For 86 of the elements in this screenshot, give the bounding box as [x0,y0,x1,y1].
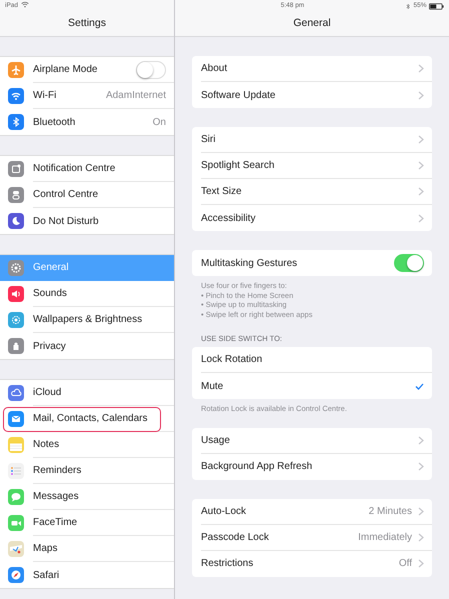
settings-row[interactable]: Background App Refresh [201,454,432,480]
sidebar-item[interactable]: FaceTime [0,510,174,536]
chevron-icon [418,187,424,196]
row-label: Restrictions [201,557,254,572]
sidebar-item[interactable]: Airplane Mode [0,57,174,83]
item-label: Control Centre [33,188,98,202]
row-value: Off [398,557,412,572]
chevron-icon [418,462,424,472]
settings-row[interactable]: Lock Rotation [201,347,432,374]
row-label: Auto-Lock [201,504,246,519]
chevron-icon [418,64,424,73]
sidebar-item[interactable]: Control Centre [0,182,174,208]
item-value: AdamInternet [106,89,166,103]
chevron-icon [418,214,424,222]
item-label: Wi-Fi [33,89,56,103]
sidebar-item[interactable]: Notification Centre [0,156,174,182]
sidebar-item[interactable]: Sounds [0,281,174,307]
bluetooth-icon [404,2,411,10]
item-label: Notification Centre [33,162,116,176]
row-label: Siri [201,133,216,147]
sidebar-item[interactable]: Messages [0,484,174,510]
row-label: Passcode Lock [201,530,269,545]
item-label: Bluetooth [33,116,76,130]
item-label: General [33,261,69,275]
item-label: Notes [33,438,60,452]
toggle-switch[interactable] [136,60,166,78]
row-label: Accessibility [201,212,256,226]
battery-icon [428,2,444,10]
row-label: Mute [201,380,224,394]
settings-row[interactable]: Mute [201,373,432,400]
settings-row[interactable]: Restrictions Off [201,550,432,577]
settings-row[interactable]: Passcode Lock Immediately [201,524,432,551]
sidebar-item[interactable]: Bluetooth On [0,109,174,135]
item-label: Sounds [33,287,67,301]
page-title: General [293,16,331,32]
row-label: Background App Refresh [201,460,312,474]
item-label: Reminders [33,464,82,478]
row-label: Spotlight Search [201,159,274,173]
item-label: Messages [33,490,79,504]
settings-row[interactable]: Auto-Lock 2 Minutes [201,498,432,525]
chevron-icon [418,90,424,100]
sidebar-item[interactable]: Do Not Disturb [0,208,174,234]
sidebar-item[interactable]: Privacy [0,333,174,359]
item-label: iCloud [33,386,62,400]
row-label: Text Size [201,185,242,199]
row-value: Immediately [358,530,412,545]
item-label: Airplane Mode [33,63,98,77]
settings-row[interactable]: Software Update [201,82,432,108]
chevron-icon [418,559,424,568]
item-label: Do Not Disturb [33,214,99,228]
chevron-icon [418,436,424,445]
row-label: Software Update [201,88,276,102]
settings-row[interactable]: Text Size [201,179,432,205]
row-value: 2 Minutes [368,504,412,519]
sidebar-item[interactable]: Wallpapers & Brightness [0,307,174,333]
item-value: On [152,116,166,130]
sidebar-item[interactable]: Maps [0,536,174,562]
settings-row[interactable]: Multitasking Gestures [201,250,432,276]
chevron-icon [418,135,424,144]
wifi-signal-icon [21,1,30,10]
settings-row[interactable]: Spotlight Search [201,153,432,179]
sidebar-item[interactable]: Wi-Fi AdamInternet [0,83,174,109]
sidebar-item[interactable]: Notes [0,432,174,458]
item-label: Mail, Contacts, Calendars [33,412,148,426]
chevron-icon [418,161,424,170]
settings-row[interactable]: Usage [201,428,432,454]
chevron-icon [418,532,424,542]
item-label: FaceTime [33,516,78,530]
item-label: Safari [33,568,60,582]
item-label: Wallpapers & Brightness [33,313,142,327]
sidebar-item[interactable]: Mail, Contacts, Calendars [0,406,174,432]
sidebar-item[interactable]: Safari [0,562,174,588]
row-label: Usage [201,434,230,448]
sidebar-title: Settings [68,16,106,32]
item-label: Maps [33,542,58,556]
settings-row[interactable]: About [201,56,432,82]
chevron-icon [418,506,424,516]
settings-row[interactable]: Siri [201,127,432,153]
toggle-switch[interactable] [394,254,424,272]
item-label: Privacy [33,340,66,354]
row-label: Lock Rotation [201,353,262,368]
row-label: Multitasking Gestures [201,256,298,270]
row-label: About [201,62,228,76]
settings-row[interactable]: Accessibility [201,205,432,231]
sidebar-item[interactable]: iCloud [0,380,174,406]
sidebar-item[interactable]: Reminders [0,458,174,484]
